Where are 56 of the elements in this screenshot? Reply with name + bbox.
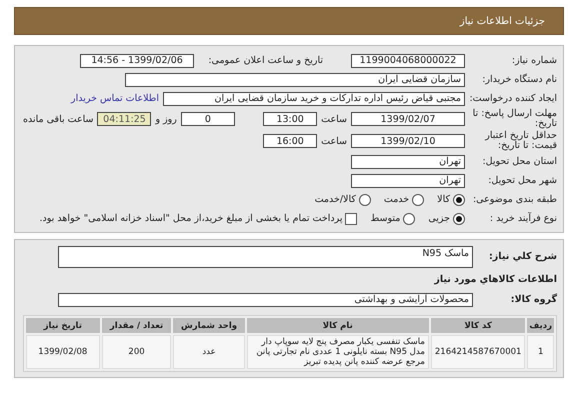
description-field: ماسک N95 — [58, 246, 473, 268]
table-cell: عدد — [173, 335, 245, 369]
field-label: استان محل تحویل: — [481, 156, 557, 166]
column-header: تعداد / مقدار — [102, 318, 172, 333]
radio-button[interactable] — [453, 194, 465, 206]
remaining-time-field: 04:11:25 — [97, 112, 152, 126]
creator-field: مجتبی قیاض رئیس اداره تدارکات و خرید سازمان قضایی ایران — [163, 92, 465, 106]
table-cell: 2164214587670001 — [430, 335, 526, 369]
table-cell: 200 — [102, 335, 172, 369]
table-cell: 1 — [527, 335, 554, 369]
field-label: روز و — [155, 114, 177, 124]
field-label: حداقل تاریخ اعتبار قیمت: تا تاریخ: — [484, 131, 557, 151]
radio-button[interactable] — [453, 212, 465, 224]
page-header: جزئیات اطلاعات نیاز — [14, 7, 564, 35]
radio-button[interactable] — [403, 212, 416, 224]
days-field: 0 — [180, 112, 235, 126]
option-label: خدمت — [384, 194, 410, 205]
option-label: متوسط — [370, 213, 400, 224]
column-header: نام کالا — [246, 318, 429, 333]
column-header: کد کالا — [430, 318, 526, 333]
column-header: تاریخ نیاز — [26, 318, 100, 333]
option-label: کالا/خدمت — [314, 194, 356, 205]
field-label: تاریخ و ساعت اعلان عمومی: — [207, 56, 323, 66]
radio-button[interactable] — [358, 194, 371, 206]
table-cell: 1399/02/08 — [26, 335, 100, 369]
field-label: ساعت باقی مانده — [23, 114, 94, 124]
checkbox-label: پرداخت تمام یا بخشی از مبلغ خرید،از محل "اسناد خزانه اسلامی" خواهد بود. — [40, 213, 342, 224]
radio-button[interactable] — [412, 194, 424, 206]
province-field: تهران — [351, 154, 465, 168]
option-label: جزیی — [428, 213, 450, 224]
date-field: 1399/02/10 — [351, 134, 465, 148]
checkbox[interactable] — [345, 212, 358, 224]
field-label: مهلت ارسال پاسخ: تا تاریخ: — [472, 109, 557, 129]
field-label: ساعت — [321, 136, 347, 146]
field-label: طبقه بندی موضوعی: — [472, 194, 557, 204]
field-label: نوع فرآیند خرید : — [488, 214, 557, 224]
field-label: گروه کالا: — [510, 294, 557, 304]
field-label: ساعت — [321, 114, 347, 124]
field-label: نام دستگاه خریدار: — [481, 74, 557, 84]
table-cell: ماسک تنفسی یکبار مصرف پنج لایه سوپاپ دار مدل N95 بسته نایلونی 1 عددی نام تجارتی پانن مرجع عرضه کننده پانن پدیده تبریز — [246, 335, 429, 369]
time-field: 16:00 — [263, 134, 318, 148]
field-label: ایجاد کننده درخواست: — [469, 94, 557, 104]
time-field: 13:00 — [263, 112, 318, 126]
city-field: تهران — [351, 174, 465, 188]
field-label: شرح کلي نياز: — [488, 252, 557, 262]
section-title: اطلاعات کالاهاي مورد نياز — [434, 274, 557, 285]
field-label: شهر محل تحویل: — [487, 176, 557, 186]
field-label: شماره نیاز: — [510, 56, 557, 66]
date-field: 1399/02/07 — [351, 112, 465, 126]
announce-date-field: 1399/02/06 - 14:56 — [80, 54, 194, 68]
need-number-field: 1199004068000022 — [351, 54, 465, 68]
column-header: ردیف — [527, 318, 554, 333]
buyer-contact-link[interactable]: اطلاعات تماس خریدار — [70, 93, 159, 104]
buyer-field: سازمان قضایی ایران — [125, 72, 465, 86]
option-label: کالا — [437, 194, 450, 205]
column-header: واحد شمارش — [173, 318, 245, 333]
